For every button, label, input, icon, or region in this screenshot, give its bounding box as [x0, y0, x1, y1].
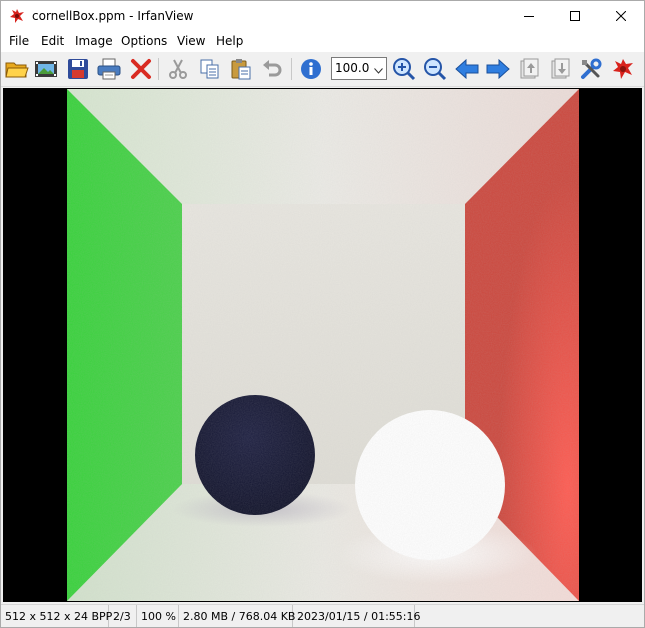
irfanview-window: cornellBox.ppm - IrfanView File Edit Ima… [0, 0, 645, 628]
irfanview-about-icon[interactable] [610, 56, 636, 82]
cut-scissors-icon[interactable] [165, 56, 191, 82]
zoom-out-icon[interactable] [422, 56, 448, 82]
status-datetime: 2023/01/15 / 01:55:16 [293, 605, 421, 627]
irfanview-app-icon[interactable] [9, 8, 25, 24]
toolbar-separator [291, 58, 292, 80]
zoom-level-value: 100.0 [335, 61, 370, 75]
zoom-in-icon[interactable] [391, 56, 417, 82]
settings-tools-icon[interactable] [578, 56, 604, 82]
copy-icon[interactable] [197, 56, 223, 82]
undo-icon[interactable] [259, 56, 285, 82]
print-icon[interactable] [96, 56, 122, 82]
cornell-box-render [67, 89, 579, 601]
minimize-button[interactable] [506, 1, 552, 31]
toolbar-separator [158, 58, 159, 80]
next-arrow-icon[interactable] [485, 56, 511, 82]
slideshow-icon[interactable] [33, 56, 59, 82]
close-button[interactable] [598, 1, 644, 31]
toolbar: 100.0 [1, 52, 644, 87]
maximize-button[interactable] [552, 1, 598, 31]
title-bar[interactable]: cornellBox.ppm - IrfanView [1, 1, 644, 31]
image-viewport[interactable] [3, 88, 642, 602]
menu-edit[interactable]: Edit [41, 34, 64, 48]
first-page-icon[interactable] [516, 56, 542, 82]
status-page: 2/3 [109, 605, 137, 627]
info-icon[interactable] [298, 56, 324, 82]
menu-bar: File Edit Image Options View Help [1, 31, 644, 52]
chevron-down-icon [374, 63, 383, 77]
status-zoom: 100 % [137, 605, 179, 627]
menu-view[interactable]: View [177, 34, 205, 48]
zoom-level-combo[interactable]: 100.0 [331, 57, 387, 80]
last-page-icon[interactable] [547, 56, 573, 82]
status-bar: 512 x 512 x 24 BPP 2/3 100 % 2.80 MB / 7… [1, 604, 644, 627]
paste-clipboard-icon[interactable] [228, 56, 254, 82]
delete-x-icon[interactable] [128, 56, 154, 82]
open-folder-icon[interactable] [4, 56, 30, 82]
status-filesize: 2.80 MB / 768.04 KB [179, 605, 295, 627]
previous-arrow-icon[interactable] [454, 56, 480, 82]
render-noise [67, 89, 579, 601]
save-floppy-icon[interactable] [65, 56, 91, 82]
menu-image[interactable]: Image [75, 34, 113, 48]
status-dimensions: 512 x 512 x 24 BPP [1, 605, 112, 627]
window-title: cornellBox.ppm - IrfanView [32, 9, 194, 23]
menu-file[interactable]: File [9, 34, 29, 48]
menu-options[interactable]: Options [121, 34, 167, 48]
menu-help[interactable]: Help [216, 34, 243, 48]
